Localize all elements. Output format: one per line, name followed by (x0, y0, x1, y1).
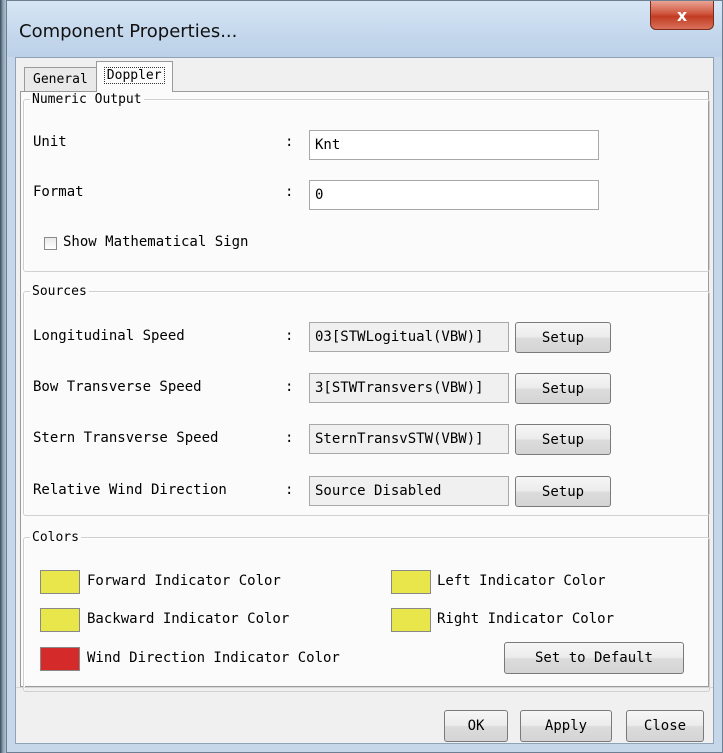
format-label: Format (33, 184, 84, 200)
setup-button-stern-transverse[interactable]: Setup (515, 424, 611, 455)
source-colon: : (285, 379, 294, 395)
source-colon: : (285, 328, 294, 344)
dialog-client-area: General Doppler Numeric Output Unit : Kn… (15, 57, 714, 744)
forward-color-label: Forward Indicator Color (87, 573, 281, 589)
source-label-longitudinal: Longitudinal Speed (33, 328, 185, 344)
show-sign-label[interactable]: Show Mathematical Sign (63, 234, 248, 250)
unit-colon: : (285, 134, 294, 150)
format-input[interactable]: 0 (309, 180, 599, 210)
ok-button[interactable]: OK (444, 710, 508, 742)
format-colon: : (285, 184, 294, 200)
close-window-button[interactable]: x (650, 1, 714, 30)
tab-strip: General Doppler (24, 61, 173, 92)
setup-button-bow-transverse[interactable]: Setup (515, 373, 611, 404)
source-colon: : (285, 482, 294, 498)
source-colon: : (285, 430, 294, 446)
set-to-default-button[interactable]: Set to Default (504, 642, 684, 674)
source-value-stern-transverse: SternTransvSTW(VBW)] (309, 424, 509, 454)
left-color-swatch[interactable] (391, 570, 431, 594)
forward-color-swatch[interactable] (40, 570, 80, 594)
doppler-tab-panel: Numeric Output Unit : Knt Format : 0 Sho… (20, 91, 710, 692)
sources-legend: Sources (32, 284, 87, 299)
wind-color-label: Wind Direction Indicator Color (87, 650, 340, 666)
show-sign-checkbox[interactable] (44, 237, 57, 250)
source-label-bow-transverse: Bow Transverse Speed (33, 379, 202, 395)
footer-separator (16, 687, 713, 688)
backward-color-swatch[interactable] (40, 608, 80, 632)
unit-input[interactable]: Knt (309, 130, 599, 160)
tab-general[interactable]: General (24, 67, 97, 92)
colors-legend: Colors (32, 530, 79, 545)
component-properties-dialog: Component Properties... x General Dopple… (6, 0, 723, 753)
backward-color-label: Backward Indicator Color (87, 611, 290, 627)
setup-button-relative-wind[interactable]: Setup (515, 476, 611, 507)
title-bar: Component Properties... x (7, 1, 722, 57)
close-button[interactable]: Close (626, 710, 704, 742)
wind-color-swatch[interactable] (40, 647, 80, 671)
right-color-swatch[interactable] (391, 608, 431, 632)
unit-label: Unit (33, 134, 67, 150)
right-color-label: Right Indicator Color (437, 611, 615, 627)
setup-button-longitudinal[interactable]: Setup (515, 322, 611, 353)
source-label-relative-wind: Relative Wind Direction (33, 482, 227, 498)
source-label-stern-transverse: Stern Transverse Speed (33, 430, 219, 446)
dialog-title: Component Properties... (19, 21, 238, 42)
numeric-output-legend: Numeric Output (32, 92, 142, 107)
apply-button[interactable]: Apply (520, 710, 612, 742)
close-icon: x (676, 5, 688, 25)
source-value-bow-transverse: 3[STWTransvers(VBW)] (309, 373, 509, 403)
left-color-label: Left Indicator Color (437, 573, 606, 589)
source-value-longitudinal: 03[STWLogitual(VBW)] (309, 322, 509, 352)
tab-doppler[interactable]: Doppler (95, 61, 173, 92)
tab-doppler-label: Doppler (103, 67, 165, 84)
source-value-relative-wind: Source Disabled (309, 476, 509, 506)
